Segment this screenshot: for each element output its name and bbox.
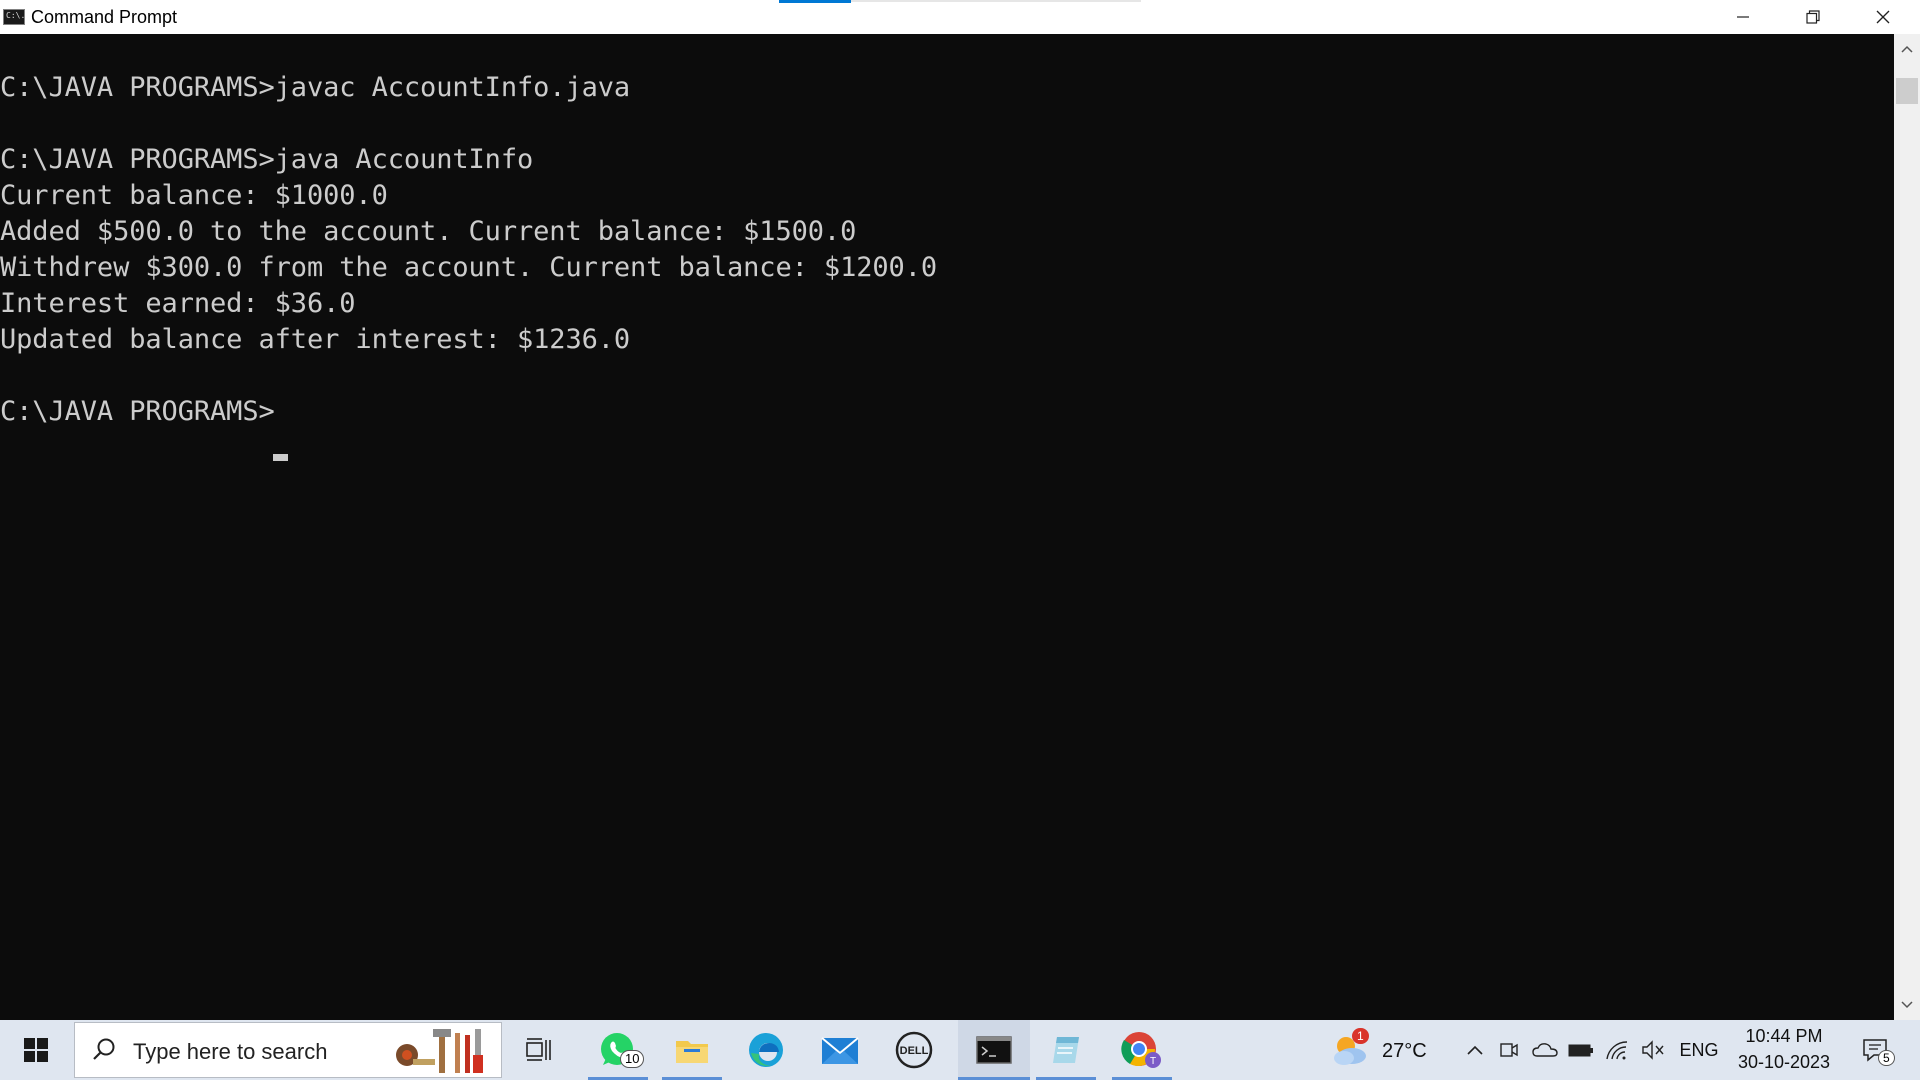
svg-text:T: T	[1150, 1056, 1156, 1067]
meet-now-button[interactable]	[1496, 1020, 1522, 1080]
taskbar-command-prompt[interactable]	[958, 1020, 1030, 1080]
search-placeholder: Type here to search	[133, 1039, 328, 1064]
windows-logo-icon	[24, 1038, 48, 1062]
minimize-button[interactable]	[1708, 0, 1778, 34]
console-line: Interest earned: $36.0	[0, 288, 356, 319]
console-line: Added $500.0 to the account. Current bal…	[0, 216, 857, 247]
input-language-button[interactable]: ENG	[1676, 1020, 1722, 1080]
console-prompt-line: C:\JAVA PROGRAMS>	[0, 396, 275, 427]
text-cursor	[273, 454, 288, 461]
search-icon	[93, 1038, 115, 1060]
scroll-down-button[interactable]	[1894, 990, 1920, 1020]
console-line: C:\JAVA PROGRAMS>java AccountInfo	[0, 144, 534, 175]
taskbar-edge[interactable]	[736, 1020, 796, 1080]
console-line: Current balance: $1000.0	[0, 180, 388, 211]
taskbar-whatsapp[interactable]: 10	[588, 1020, 648, 1080]
title-bar-accent	[779, 0, 851, 3]
task-view-icon	[526, 1038, 551, 1061]
search-highlight-tools-icon	[396, 1029, 483, 1073]
command-prompt-icon	[976, 1036, 1012, 1064]
notifications-count-badge: 5	[1878, 1050, 1895, 1066]
taskbar-file-explorer[interactable]	[662, 1020, 722, 1080]
mail-icon	[821, 1037, 859, 1064]
window-title: Command Prompt	[31, 7, 178, 27]
svg-text:DELL: DELL	[900, 1045, 929, 1057]
edge-browser-icon	[749, 1033, 783, 1067]
volume-muted-icon	[1642, 1040, 1664, 1060]
language-indicator: ENG	[1679, 1039, 1719, 1060]
console-line: Withdrew $300.0 from the account. Curren…	[0, 252, 938, 283]
restore-button[interactable]	[1778, 0, 1848, 34]
close-button[interactable]	[1848, 0, 1918, 34]
close-icon	[1876, 10, 1890, 24]
taskbar-dell[interactable]: DELL	[884, 1020, 944, 1080]
show-hidden-icons-button[interactable]	[1460, 1020, 1490, 1080]
weather-alert-badge: 1	[1352, 1028, 1369, 1044]
notepad-icon	[1053, 1037, 1079, 1063]
clock-time: 10:44 PM	[1745, 1026, 1823, 1046]
wifi-icon	[1606, 1041, 1628, 1060]
chevron-up-icon	[1901, 45, 1913, 53]
taskbar-search-box[interactable]: Type here to search	[74, 1022, 502, 1078]
chevron-up-icon	[1467, 1045, 1483, 1055]
scroll-up-button[interactable]	[1894, 34, 1920, 64]
console-output[interactable]: C:\JAVA PROGRAMS>javac AccountInfo.java …	[0, 34, 1894, 1020]
chevron-down-icon	[1901, 1001, 1913, 1009]
folder-icon	[676, 1041, 708, 1063]
vertical-scrollbar[interactable]	[1894, 34, 1920, 1020]
console-line: C:\JAVA PROGRAMS>javac AccountInfo.java	[0, 72, 631, 103]
task-view-button[interactable]	[516, 1020, 564, 1080]
onedrive-button[interactable]	[1530, 1020, 1560, 1080]
console-line: Updated balance after interest: $1236.0	[0, 324, 631, 355]
minimize-icon	[1737, 16, 1749, 18]
taskbar-chrome[interactable]: T	[1112, 1020, 1172, 1080]
whatsapp-badge: 10	[620, 1050, 645, 1068]
meet-camera-icon	[1500, 1043, 1518, 1057]
taskbar-mail[interactable]	[810, 1020, 870, 1080]
taskbar-notes-app[interactable]	[1036, 1020, 1096, 1080]
onedrive-cloud-icon	[1532, 1043, 1558, 1057]
weather-widget[interactable]: 1 27°C	[1330, 1020, 1446, 1080]
volume-button[interactable]	[1638, 1020, 1668, 1080]
dell-logo-icon: DELL	[895, 1031, 933, 1069]
chrome-browser-icon: T	[1121, 1032, 1161, 1068]
taskbar: Type here to search 10 DELL T 1 27°C ENG…	[0, 1020, 1920, 1080]
scrollbar-thumb[interactable]	[1896, 78, 1918, 104]
wifi-button[interactable]	[1602, 1020, 1632, 1080]
start-button[interactable]	[12, 1020, 60, 1080]
action-center-button[interactable]: 5	[1852, 1020, 1898, 1080]
clock-date: 30-10-2023	[1737, 1052, 1831, 1072]
battery-button[interactable]	[1566, 1020, 1596, 1080]
title-bar[interactable]: C:\. Command Prompt	[0, 0, 1920, 34]
command-prompt-app-icon[interactable]: C:\.	[3, 9, 25, 25]
title-bar-strip	[851, 0, 1141, 2]
restore-icon	[1806, 10, 1820, 24]
weather-temperature: 27°C	[1382, 1040, 1427, 1062]
battery-icon	[1568, 1044, 1593, 1057]
